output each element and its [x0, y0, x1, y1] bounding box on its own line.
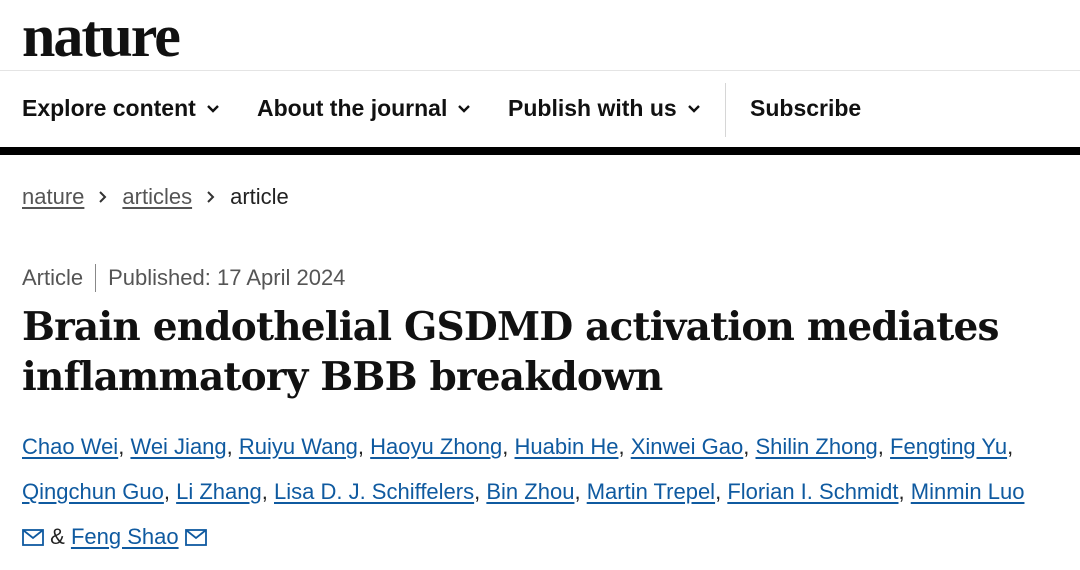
- author-separator: ,: [877, 434, 884, 459]
- breadcrumb: nature articles article: [22, 184, 289, 210]
- nav-bottom-rule: [0, 147, 1080, 155]
- nav-publish-with-us[interactable]: Publish with us: [508, 95, 701, 122]
- author-link[interactable]: Ruiyu Wang: [239, 434, 358, 459]
- author-link[interactable]: Shilin Zhong: [755, 434, 877, 459]
- breadcrumb-articles[interactable]: articles: [122, 184, 192, 210]
- author-line-2: Qingchun Guo, Li Zhang, Lisa D. J. Schif…: [22, 479, 1024, 505]
- nav-about-journal[interactable]: About the journal: [257, 95, 471, 122]
- author-separator: ,: [502, 434, 509, 459]
- author-separator: ,: [357, 434, 365, 459]
- author-separator: ,: [474, 479, 481, 504]
- author-link[interactable]: Chao Wei: [22, 434, 118, 459]
- chevron-down-icon: [687, 104, 700, 113]
- envelope-icon[interactable]: [22, 529, 44, 546]
- nav-publish-with-us-label: Publish with us: [508, 95, 677, 121]
- author-line-3: & Feng Shao: [22, 524, 207, 550]
- author-separator: ,: [898, 479, 905, 504]
- author-link[interactable]: Bin Zhou: [486, 479, 574, 504]
- nav-about-journal-label: About the journal: [257, 95, 448, 121]
- chevron-right-icon: [207, 191, 215, 203]
- breadcrumb-current: article: [230, 184, 289, 209]
- author-separator: ,: [118, 434, 125, 459]
- author-link[interactable]: Martin Trepel: [587, 479, 715, 504]
- author-line-1: Chao Wei, Wei Jiang, Ruiyu Wang, Haoyu Z…: [22, 434, 1013, 460]
- author-link[interactable]: Florian I. Schmidt: [727, 479, 898, 504]
- author-ampersand: &: [50, 524, 65, 549]
- author-separator: ,: [163, 479, 170, 504]
- author-link[interactable]: Lisa D. J. Schiffelers: [274, 479, 474, 504]
- author-link[interactable]: Feng Shao: [71, 524, 179, 549]
- published-date: Published: 17 April 2024: [108, 265, 346, 290]
- author-separator: ,: [618, 434, 625, 459]
- author-link[interactable]: Huabin He: [515, 434, 619, 459]
- author-link[interactable]: Qingchun Guo: [22, 479, 164, 504]
- article-meta: Article Published: 17 April 2024: [22, 264, 345, 292]
- author-link[interactable]: Xinwei Gao: [631, 434, 744, 459]
- author-separator: ,: [226, 434, 233, 459]
- article-title: Brain endothelial GSDMD activation media…: [22, 304, 999, 400]
- subscribe-link[interactable]: Subscribe: [750, 95, 861, 122]
- author-link[interactable]: Minmin Luo: [911, 479, 1025, 504]
- author-separator: ,: [1007, 434, 1014, 459]
- article-type: Article: [22, 265, 84, 290]
- author-separator: ,: [261, 479, 268, 504]
- author-separator: ,: [715, 479, 722, 504]
- author-link[interactable]: Fengting Yu: [890, 434, 1007, 459]
- author-link[interactable]: Haoyu Zhong: [370, 434, 502, 459]
- breadcrumb-nature[interactable]: nature: [22, 184, 84, 210]
- nav-explore-content[interactable]: Explore content: [22, 95, 220, 122]
- main-nav: Explore content About the journal Publis…: [0, 71, 1080, 147]
- nav-explore-content-label: Explore content: [22, 95, 196, 121]
- nav-divider: [725, 83, 726, 137]
- author-separator: ,: [743, 434, 750, 459]
- author-link[interactable]: Li Zhang: [176, 479, 262, 504]
- envelope-icon[interactable]: [184, 529, 207, 546]
- chevron-down-icon: [458, 104, 471, 113]
- meta-divider: [95, 264, 97, 292]
- nature-logo[interactable]: nature: [22, 2, 181, 71]
- chevron-down-icon: [206, 104, 219, 113]
- chevron-right-icon: [99, 191, 107, 203]
- author-link[interactable]: Wei Jiang: [130, 434, 226, 459]
- author-separator: ,: [574, 479, 581, 504]
